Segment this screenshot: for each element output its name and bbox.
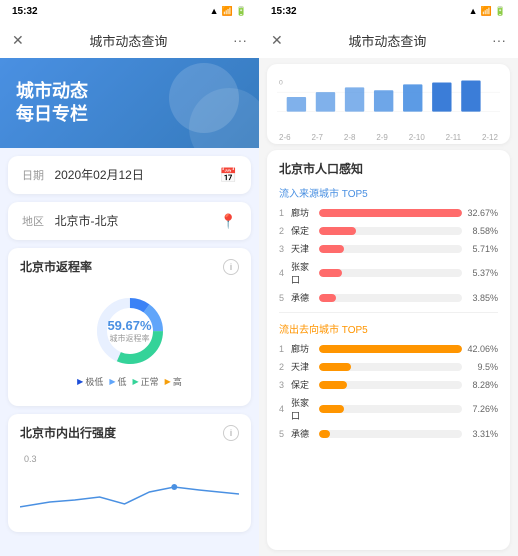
location-icon[interactable]: 📍 (220, 213, 237, 230)
xlabel-1: 2-7 (311, 133, 323, 142)
outflow-row-1: 1 廊坊 42.06% (279, 342, 498, 355)
travel-header: 北京市内出行强度 i (20, 424, 239, 441)
travel-value: 0.3 (20, 452, 41, 466)
population-card: 北京市人口感知 流入来源城市 TOP5 1 廊坊 32.67% 2 保定 (267, 150, 510, 550)
travel-title: 北京市内出行强度 (20, 424, 116, 441)
xlabel-6: 2-12 (482, 133, 498, 142)
region-row: 地区 北京市-北京 (22, 212, 118, 230)
xlabel-5: 2-11 (446, 133, 461, 142)
right-signal-icon: 📶 (481, 6, 492, 17)
legend-normal: ▶ 正常 (133, 375, 159, 388)
graph-card: 0 2-6 2-7 2-8 2-9 2-10 2-11 2-12 (267, 64, 510, 144)
trend-chart: 0 (277, 72, 500, 124)
battery-icon: 🔋 (236, 6, 247, 17)
right-more-icon[interactable]: ··· (492, 32, 506, 48)
outflow-title: 流出去向城市 TOP5 (279, 321, 498, 336)
banner-line2: 每日专栏 (16, 103, 88, 126)
region-value: 北京市-北京 (54, 214, 118, 228)
date-card[interactable]: 日期 2020年02月12日 📅 (8, 156, 251, 194)
divider (279, 312, 498, 313)
left-nav-title: 城市动态查询 (89, 31, 167, 50)
return-rate-pct: 59.67% (107, 318, 151, 333)
date-row: 日期 2020年02月12日 (22, 166, 144, 184)
return-rate-card: 北京市返程率 i (8, 248, 251, 406)
right-time: 15:32 (271, 6, 297, 17)
donut-chart: 59.67% 城市返程率 (90, 291, 170, 371)
return-rate-info-btn[interactable]: i (223, 259, 239, 275)
legend: ▶ 极低 ▶ 低 ▶ 正常 ▶ 高 (77, 375, 182, 388)
left-nav-bar: ✕ 城市动态查询 ··· (0, 22, 259, 58)
outflow-row-5: 5 承德 3.31% (279, 427, 498, 440)
inflow-row-2: 2 保定 8.58% (279, 224, 498, 237)
xlabel-0: 2-6 (279, 133, 291, 142)
calendar-icon[interactable]: 📅 (220, 167, 237, 184)
xlabel-4: 2-10 (409, 133, 425, 142)
svg-text:0: 0 (279, 79, 283, 86)
right-status-bar: 15:32 ▲ 📶 🔋 (259, 0, 518, 22)
date-label: 日期 (22, 170, 44, 182)
left-content: 日期 2020年02月12日 📅 地区 北京市-北京 📍 北京市返程率 i (0, 148, 259, 556)
right-battery-icon: 🔋 (495, 6, 506, 17)
pop-title: 北京市人口感知 (279, 160, 498, 177)
return-rate-title: 北京市返程率 (20, 258, 92, 275)
close-icon[interactable]: ✕ (12, 32, 24, 49)
xlabel-3: 2-9 (376, 133, 388, 142)
outflow-row-3: 3 保定 8.28% (279, 378, 498, 391)
right-close-icon[interactable]: ✕ (271, 32, 283, 49)
travel-info-btn[interactable]: i (223, 425, 239, 441)
right-nav-title: 城市动态查询 (348, 31, 426, 50)
travel-line-chart (20, 467, 239, 517)
inflow-row-4: 4 张家口 5.37% (279, 260, 498, 286)
travel-card: 北京市内出行强度 i 0.3 (8, 414, 251, 532)
right-nav-bar: ✕ 城市动态查询 ··· (259, 22, 518, 58)
right-phone-panel: 15:32 ▲ 📶 🔋 ✕ 城市动态查询 ··· 0 (259, 0, 518, 556)
region-card[interactable]: 地区 北京市-北京 📍 (8, 202, 251, 240)
left-status-bar: 15:32 ▲ 📶 🔋 (0, 0, 259, 22)
left-phone-panel: 15:32 ▲ 📶 🔋 ✕ 城市动态查询 ··· 城市动态 每日专栏 日期 20… (0, 0, 259, 556)
donut-label: 59.67% 城市返程率 (107, 318, 151, 344)
inflow-row-3: 3 天津 5.71% (279, 242, 498, 255)
right-wifi-icon: ▲ (469, 6, 478, 16)
date-value: 2020年02月12日 (54, 168, 143, 182)
signal-icon: 📶 (222, 6, 233, 17)
return-rate-header: 北京市返程率 i (20, 258, 239, 275)
right-status-icons: ▲ 📶 🔋 (469, 6, 506, 17)
inflow-row-5: 5 承德 3.85% (279, 291, 498, 304)
banner-line1: 城市动态 (16, 80, 88, 103)
inflow-row-1: 1 廊坊 32.67% (279, 206, 498, 219)
left-status-icons: ▲ 📶 🔋 (210, 6, 247, 17)
inflow-title: 流入来源城市 TOP5 (279, 185, 498, 200)
inflow-list: 1 廊坊 32.67% 2 保定 8.58% 3 (279, 206, 498, 304)
legend-high: ▶ 高 (165, 375, 182, 388)
legend-very-low: ▶ 极低 (77, 375, 103, 388)
more-icon[interactable]: ··· (233, 32, 247, 48)
region-label: 地区 (22, 216, 44, 228)
outflow-row-4: 4 张家口 7.26% (279, 396, 498, 422)
banner: 城市动态 每日专栏 (0, 58, 259, 148)
wifi-icon: ▲ (210, 6, 219, 16)
outflow-row-2: 2 天津 9.5% (279, 360, 498, 373)
banner-text: 城市动态 每日专栏 (16, 80, 88, 127)
graph-x-labels: 2-6 2-7 2-8 2-9 2-10 2-11 2-12 (277, 133, 500, 142)
right-content: 0 2-6 2-7 2-8 2-9 2-10 2-11 2-12 (259, 58, 518, 556)
left-time: 15:32 (12, 6, 38, 17)
return-rate-sub: 城市返程率 (107, 333, 151, 344)
outflow-list: 1 廊坊 42.06% 2 天津 9.5% 3 (279, 342, 498, 440)
xlabel-2: 2-8 (344, 133, 356, 142)
legend-low: ▶ 低 (109, 375, 126, 388)
donut-container: 59.67% 城市返程率 ▶ 极低 ▶ 低 ▶ 正常 (20, 283, 239, 396)
